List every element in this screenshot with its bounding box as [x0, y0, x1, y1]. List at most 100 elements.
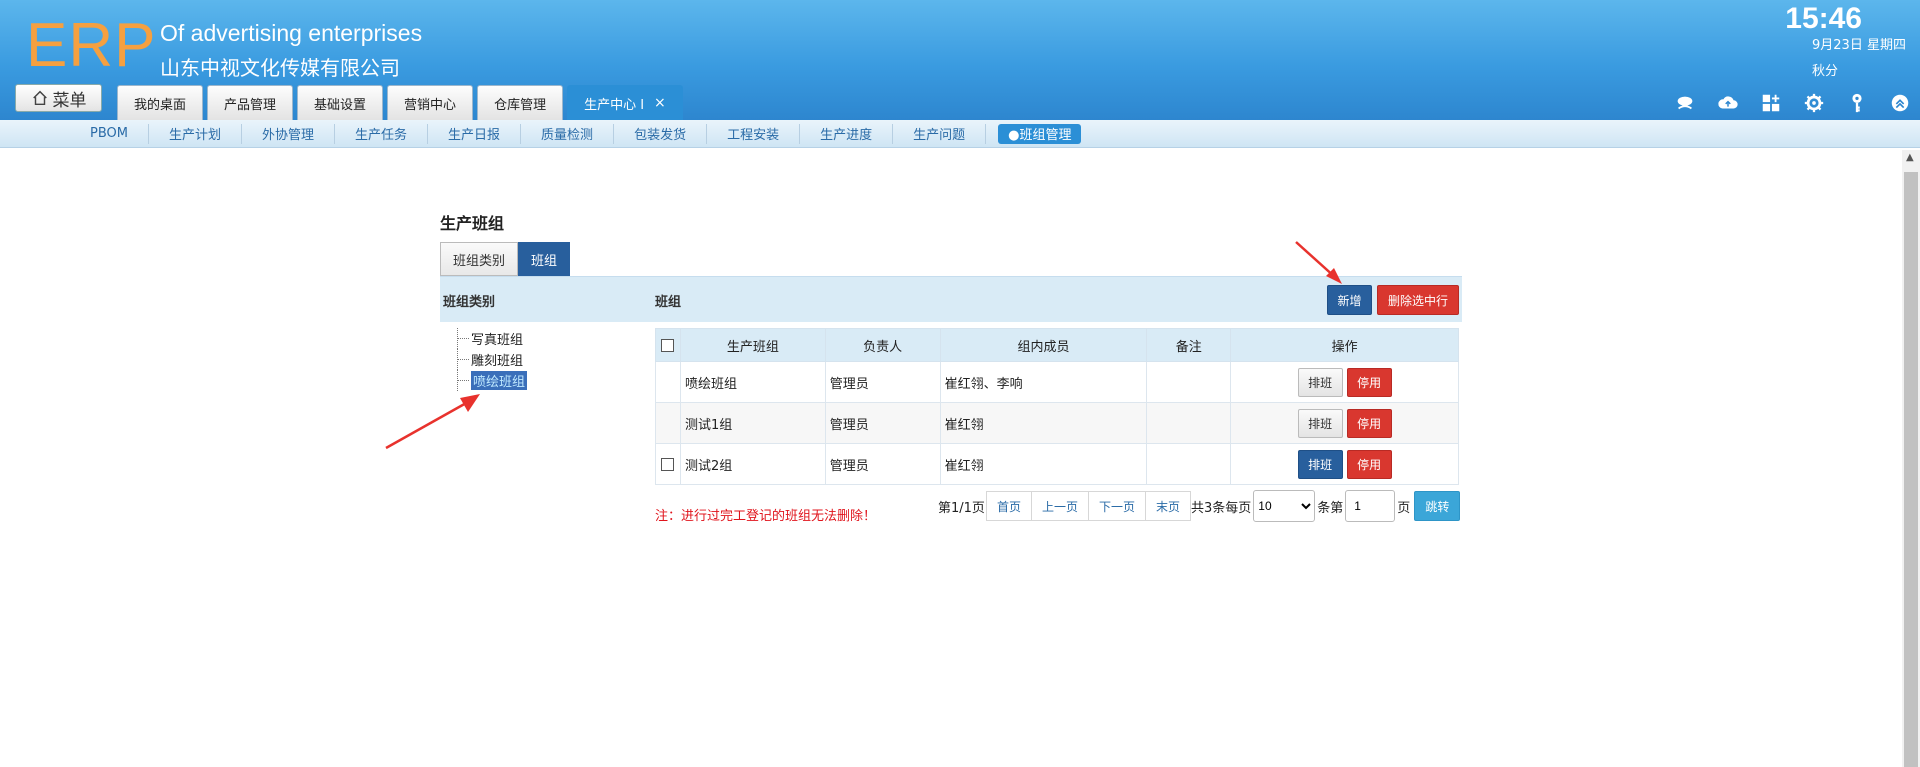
- clock-date: 9月23日 星期四: [1812, 38, 1906, 53]
- subnav-installation[interactable]: 工程安装: [707, 123, 801, 144]
- erp-logo: ERP: [26, 11, 157, 80]
- gear-icon[interactable]: [1801, 90, 1826, 115]
- cell-members: 崔红翎、李响: [939, 361, 1148, 403]
- subnav-production-plan[interactable]: 生产计划: [149, 123, 242, 144]
- row-select-cell: [655, 361, 681, 403]
- cell-team: 测试2组: [679, 443, 826, 485]
- subnav-issues[interactable]: 生产问题: [893, 123, 987, 144]
- team-table: 生产班组 负责人 组内成员 备注 操作 喷绘班组 管理员 崔红翎、李响 排班 停用…: [655, 328, 1459, 485]
- cell-leader: 管理员: [824, 402, 941, 444]
- subnav-outsourcing[interactable]: 外协管理: [242, 123, 336, 144]
- table-row: 测试2组 管理员 崔红翎 排班 停用: [655, 443, 1459, 485]
- cell-leader: 管理员: [824, 361, 941, 403]
- subnav-packing-shipping[interactable]: 包装发货: [614, 123, 708, 144]
- close-icon[interactable]: ×: [654, 95, 666, 111]
- team-panel-title: 班组: [655, 295, 682, 310]
- tab-marketing[interactable]: 营销中心: [387, 85, 474, 120]
- collapse-up-icon[interactable]: [1887, 90, 1912, 115]
- menu-button[interactable]: 菜单: [15, 84, 102, 112]
- cell-remark: [1146, 361, 1232, 403]
- table-header-row: 生产班组 负责人 组内成员 备注 操作: [655, 328, 1459, 362]
- cloud-upload-icon[interactable]: [1715, 90, 1740, 115]
- disable-button[interactable]: 停用: [1346, 367, 1392, 397]
- table-row: 测试1组 管理员 崔红翎 排班 停用: [655, 402, 1459, 444]
- row-select-cell: [655, 402, 681, 444]
- goto-prefix: 条第: [1317, 500, 1344, 516]
- select-all-cell: [655, 328, 681, 362]
- prev-page-button[interactable]: 上一页: [1030, 491, 1089, 521]
- first-page-button[interactable]: 首页: [985, 491, 1032, 521]
- delete-warning-note: 注：进行过完工登记的班组无法删除！: [655, 509, 877, 524]
- menu-label: 菜单: [52, 90, 87, 111]
- page-scrollbar[interactable]: ▲: [1902, 150, 1920, 767]
- main-tabs: 我的桌面 产品管理 基础设置 营销中心 仓库管理 生产中心 I ×: [117, 85, 683, 120]
- apps-add-icon[interactable]: [1758, 90, 1783, 115]
- table-row: 喷绘班组 管理员 崔红翎、李响 排班 停用: [655, 361, 1459, 403]
- next-page-button[interactable]: 下一页: [1087, 491, 1146, 521]
- schedule-button[interactable]: 排班: [1297, 367, 1343, 397]
- content-subtabs: 班组类别 班组: [440, 242, 571, 276]
- solar-term: 秋分: [1812, 64, 1839, 79]
- subnav-team-management[interactable]: ●班组管理: [998, 123, 1082, 144]
- tree-node[interactable]: 雕刻班组: [455, 349, 527, 370]
- tab-product[interactable]: 产品管理: [207, 85, 294, 120]
- select-all-checkbox[interactable]: [661, 338, 675, 352]
- last-page-button[interactable]: 末页: [1144, 491, 1191, 521]
- cell-actions: 排班 停用: [1230, 402, 1459, 444]
- app-header: ERP Of advertising enterprises 山东中视文化传媒有…: [0, 0, 1920, 120]
- subnav-progress[interactable]: 生产进度: [800, 123, 894, 144]
- delete-selected-button[interactable]: 删除选中行: [1377, 285, 1459, 315]
- cell-leader: 管理员: [824, 443, 941, 485]
- toolbar-icons: [1672, 90, 1912, 115]
- scrollbar-thumb[interactable]: [1904, 172, 1918, 767]
- subnav-production-task[interactable]: 生产任务: [335, 123, 429, 144]
- tab-production[interactable]: 生产中心 I ×: [567, 85, 683, 120]
- disable-button[interactable]: 停用: [1346, 449, 1392, 479]
- tab-warehouse[interactable]: 仓库管理: [477, 85, 564, 120]
- cell-members: 崔红翎: [939, 443, 1148, 485]
- team-category-tree: 写真班组 雕刻班组 喷绘班组: [455, 328, 528, 391]
- tab-team-category[interactable]: 班组类别: [440, 242, 519, 276]
- jump-button[interactable]: 跳转: [1414, 491, 1461, 521]
- sub-navigation: PBOM 生产计划 外协管理 生产任务 生产日报 质量检测 包装发货 工程安装 …: [0, 120, 1920, 148]
- cell-members: 崔红翎: [939, 402, 1148, 444]
- tab-basic-settings[interactable]: 基础设置: [297, 85, 384, 120]
- col-actions: 操作: [1230, 328, 1459, 362]
- total-count-text: 共3条每页: [1191, 500, 1252, 516]
- category-panel-title: 班组类别: [443, 295, 496, 310]
- cell-actions: 排班 停用: [1230, 361, 1459, 403]
- tree-node-selected[interactable]: 喷绘班组: [455, 370, 528, 391]
- page-title: 生产班组: [440, 214, 505, 233]
- clock-time: 15:46: [1785, 2, 1862, 35]
- schedule-button[interactable]: 排班: [1297, 449, 1343, 479]
- col-members: 组内成员: [939, 328, 1148, 362]
- chat-icon[interactable]: [1672, 90, 1697, 115]
- cell-team: 测试1组: [679, 402, 826, 444]
- scroll-up-icon[interactable]: ▲: [1906, 152, 1914, 163]
- tab-team[interactable]: 班组: [518, 242, 571, 276]
- goto-page-input[interactable]: [1345, 490, 1396, 522]
- company-name-cn: 山东中视文化传媒有限公司: [160, 56, 400, 80]
- col-remark: 备注: [1146, 328, 1232, 362]
- row-checkbox[interactable]: [661, 457, 675, 471]
- home-icon: [32, 90, 47, 106]
- disable-button[interactable]: 停用: [1346, 408, 1392, 438]
- cell-remark: [1146, 443, 1232, 485]
- cell-remark: [1146, 402, 1232, 444]
- subnav-quality-check[interactable]: 质量检测: [521, 123, 615, 144]
- pagination: 第1/1页 首页 上一页 下一页 末页 共3条每页 10 条第 页 跳转: [938, 490, 1461, 522]
- tab-desktop[interactable]: 我的桌面: [117, 85, 204, 120]
- add-button[interactable]: 新增: [1327, 285, 1372, 315]
- annotation-arrow-tree: [385, 394, 480, 450]
- key-icon[interactable]: [1844, 90, 1869, 115]
- page-size-select[interactable]: 10: [1253, 490, 1316, 522]
- col-leader: 负责人: [824, 328, 941, 362]
- subnav-daily-report[interactable]: 生产日报: [428, 123, 522, 144]
- tree-node[interactable]: 写真班组: [455, 328, 527, 349]
- company-name-en: Of advertising enterprises: [160, 20, 423, 46]
- schedule-button[interactable]: 排班: [1297, 408, 1343, 438]
- annotation-arrow-add: [1295, 241, 1342, 284]
- subnav-pbom[interactable]: PBOM: [70, 123, 149, 144]
- page-info: 第1/1页: [938, 500, 985, 516]
- cell-team: 喷绘班组: [679, 361, 826, 403]
